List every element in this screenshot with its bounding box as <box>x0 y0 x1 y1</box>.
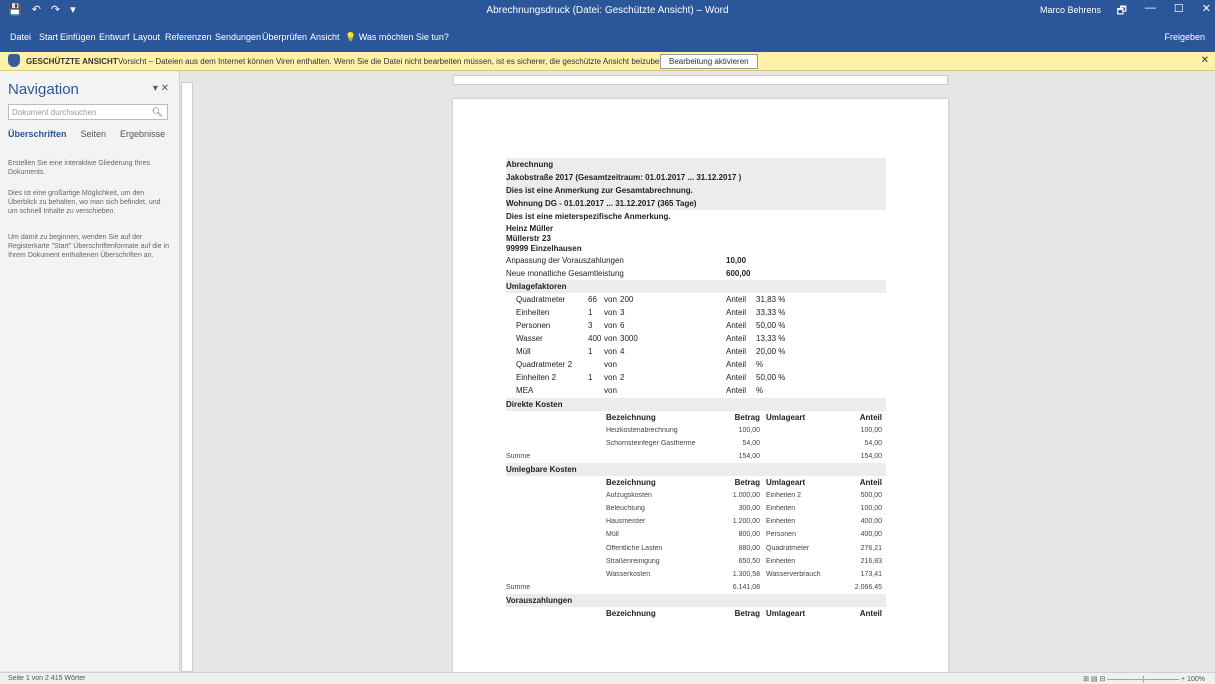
enable-editing-button[interactable]: Bearbeitung aktivieren <box>660 54 758 69</box>
tenant-name: Heinz Müller <box>506 223 554 233</box>
tab-references[interactable]: Referenzen <box>165 32 212 42</box>
table-row: Heizkostenabrechnung 100,00 100,00 <box>606 426 882 434</box>
protected-view-label: GESCHÜTZTE ANSICHT <box>26 57 118 66</box>
navigation-title: Navigation <box>8 81 79 98</box>
document-page[interactable]: Abrechnung Jakobstraße 2017 (Gesamtzeitr… <box>453 99 948 672</box>
table-row: Öffentliche Lasten 880,00 Quadratmeter 2… <box>606 544 882 552</box>
sum-row: Summe 6.141,08 2.066,45 <box>506 583 882 591</box>
navigation-pane-controls[interactable]: ▾ ✕ <box>153 83 169 94</box>
navigation-help-text: Um damit zu beginnen, wenden Sie auf der… <box>8 234 169 259</box>
table-row: Wasserkosten 1.300,58 Wasserverbrauch 17… <box>606 570 882 578</box>
tab-view[interactable]: Ansicht <box>310 32 340 42</box>
direct-costs-heading: Direkte Kosten <box>506 397 886 411</box>
period-line: Jakobstraße 2017 (Gesamtzeitraum: 01.01.… <box>506 171 886 185</box>
table-header: Bezeichnung Betrag Umlageart Anteil <box>606 609 882 619</box>
tab-mailings[interactable]: Sendungen <box>215 32 261 42</box>
tab-design[interactable]: Entwurf <box>99 32 130 42</box>
tab-pages[interactable]: Seiten <box>81 129 107 139</box>
sum-row: Summe 154,00 154,00 <box>506 452 882 460</box>
search-icon[interactable]: 🔍︎ <box>152 107 163 118</box>
tab-results[interactable]: Ergebnisse <box>120 129 165 139</box>
tab-file[interactable]: Datei <box>10 32 31 42</box>
allocatable-costs-heading: Umlegbare Kosten <box>506 462 886 477</box>
window-controls: 🗗 — ☐ ✕ <box>1117 2 1211 21</box>
monthly-row: Neue monatliche Gesamtleistung 600,00 <box>506 268 751 278</box>
status-bar: Seite 1 von 2 415 Wörter ⊞ ▤ ⊟ —————|———… <box>0 672 1215 684</box>
tell-me-search[interactable]: 💡 Was möchten Sie tun? <box>345 32 449 43</box>
view-zoom-controls[interactable]: ⊞ ▤ ⊟ —————|————— + 100% <box>1083 675 1205 683</box>
window-title: Abrechnungsdruck (Datei: Geschützte Ansi… <box>486 5 729 16</box>
navigation-search-input[interactable]: Dokument durchsuchen 🔍︎ <box>8 104 168 120</box>
tab-layout[interactable]: Layout <box>133 32 160 42</box>
close-icon[interactable]: ✕ <box>1202 2 1211 21</box>
factor-row: MEA von Anteil % <box>516 386 764 396</box>
factor-row: Quadratmeter 66 von 200 Anteil 31,83 % <box>516 294 786 304</box>
heading: Abrechnung <box>506 158 886 172</box>
tab-home[interactable]: Start <box>39 32 58 42</box>
table-row: Hausmeister 1.200,00 Einheiten 400,00 <box>606 518 882 526</box>
share-button[interactable]: Freigeben <box>1164 32 1205 42</box>
factor-row: Müll 1 von 4 Anteil 20,00 % <box>516 347 786 357</box>
protected-view-message: Vorsicht – Dateien aus dem Internet könn… <box>118 57 684 66</box>
ribbon-display-options-icon[interactable]: 🗗 <box>1117 2 1127 21</box>
minimize-icon[interactable]: — <box>1145 2 1156 21</box>
table-row: Beleuchtung 300,00 Einheiten 100,00 <box>606 505 882 513</box>
tenant-city: 99999 Einzelhausen <box>506 243 582 253</box>
horizontal-ruler <box>453 75 948 85</box>
document-content: Abrechnung Jakobstraße 2017 (Gesamtzeitr… <box>506 158 886 620</box>
tab-insert[interactable]: Einfügen <box>60 32 96 42</box>
navigation-tabs: Überschriften Seiten Ergebnisse <box>8 129 165 139</box>
total-note: Dies ist eine Anmerkung zur Gesamtabrech… <box>506 184 886 198</box>
adjustment-row: Anpassung der Vorauszahlungen 10,00 <box>506 255 747 265</box>
factor-row: Personen 3 von 6 Anteil 50,00 % <box>516 320 786 330</box>
close-icon[interactable]: ✕ <box>1201 55 1209 66</box>
search-placeholder: Dokument durchsuchen <box>12 108 97 117</box>
tab-headings[interactable]: Überschriften <box>8 129 67 139</box>
factor-row: Einheiten 2 1 von 2 Anteil 50,00 % <box>516 373 786 383</box>
table-row: Straßenreinigung 650,50 Einheiten 216,83 <box>606 557 882 565</box>
navigation-help-text: Erstellen Sie eine interaktive Gliederun… <box>8 160 151 176</box>
protected-view-bar: GESCHÜTZTE ANSICHT Vorsicht – Dateien au… <box>0 52 1215 71</box>
table-header: Bezeichnung Betrag Umlageart Anteil <box>606 412 882 422</box>
table-row: Aufzugskosten 1.000,00 Einheiten 2 500,0… <box>606 492 882 500</box>
unit-line: Wohnung DG - 01.01.2017 ... 31.12.2017 (… <box>506 197 886 211</box>
table-row: Schornsteinfeger Gastherme 54,00 54,00 <box>606 439 882 447</box>
factor-row: Wasser 400 von 3000 Anteil 13,33 % <box>516 334 786 344</box>
table-row: Müll 800,00 Personen 400,00 <box>606 531 882 539</box>
shield-icon <box>8 54 20 67</box>
page-word-count[interactable]: Seite 1 von 2 415 Wörter <box>8 675 85 682</box>
navigation-pane: Navigation ▾ ✕ Dokument durchsuchen 🔍︎ Ü… <box>0 71 180 671</box>
table-header: Bezeichnung Betrag Umlageart Anteil <box>606 478 882 488</box>
title-bar: 💾 ↶ ↷ ▾ Abrechnungsdruck (Datei: Geschüt… <box>0 0 1215 22</box>
tenant-street: Müllerstr 23 <box>506 233 551 243</box>
vertical-ruler <box>181 82 193 672</box>
user-name[interactable]: Marco Behrens <box>1040 5 1101 15</box>
factor-row: Quadratmeter 2 von Anteil % <box>516 360 764 370</box>
prepayments-heading: Vorauszahlungen <box>506 593 886 607</box>
factors-heading: Umlagefaktoren <box>506 279 886 293</box>
factor-row: Einheiten 1 von 3 Anteil 33,33 % <box>516 307 786 317</box>
maximize-icon[interactable]: ☐ <box>1174 2 1184 21</box>
navigation-help-text: Dies ist eine großartige Möglichkeit, um… <box>8 190 161 215</box>
tab-review[interactable]: Überprüfen <box>262 32 307 42</box>
tenant-note: Dies ist eine mieterspezifische Anmerkun… <box>506 212 671 222</box>
ribbon-tabs: Datei Start Einfügen Entwurf Layout Refe… <box>0 22 1215 52</box>
